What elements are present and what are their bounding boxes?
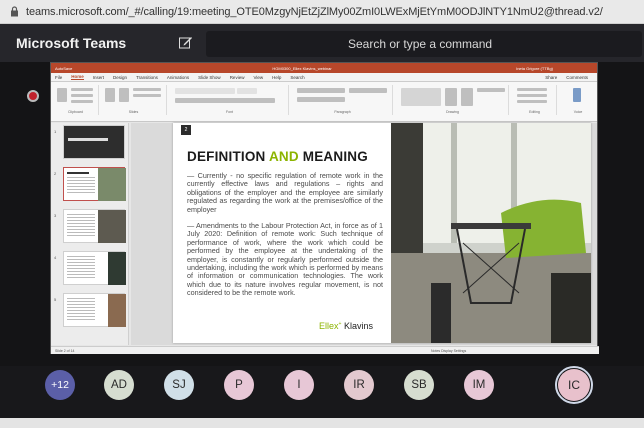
current-slide[interactable]: 2 DEFINITION AND MEANING — Currently - n… bbox=[173, 123, 591, 343]
autosave-label: AutoSave bbox=[55, 65, 73, 71]
tab-animations[interactable]: Animations bbox=[167, 75, 189, 80]
ribbon-label-clipboard: Clipboard bbox=[68, 110, 83, 114]
ribbon-label-font: Font bbox=[225, 110, 233, 114]
ribbon-group-slides[interactable]: Slides bbox=[101, 85, 167, 115]
office-chair-photo bbox=[391, 123, 591, 343]
ribbon-label-voice: Voice bbox=[573, 110, 583, 114]
slide-thumbnail[interactable] bbox=[63, 251, 126, 285]
status-controls[interactable]: Notes Display Settings bbox=[431, 349, 466, 353]
ribbon-group-clipboard[interactable]: Clipboard bbox=[53, 85, 99, 115]
search-placeholder: Search or type a command bbox=[348, 37, 493, 51]
tab-review[interactable]: Review bbox=[230, 75, 245, 80]
tab-transitions[interactable]: Transitions bbox=[136, 75, 158, 80]
screen-bottom-edge bbox=[0, 418, 644, 428]
more-participants-button[interactable]: +12 bbox=[45, 370, 75, 400]
slide-title-part-definition: DEFINITION bbox=[187, 149, 266, 164]
slide-thumbnail[interactable] bbox=[63, 293, 126, 327]
slide-editing-canvas[interactable]: 2 DEFINITION AND MEANING — Currently - n… bbox=[131, 123, 597, 345]
slide-body-text: — Currently - no specific regulation of … bbox=[187, 171, 383, 306]
tab-slide-show[interactable]: Slide Show bbox=[198, 75, 221, 80]
avatar[interactable]: IM bbox=[464, 370, 494, 400]
avatar[interactable]: I bbox=[284, 370, 314, 400]
lock-icon bbox=[11, 6, 18, 17]
url-text: teams.microsoft.com/_#/calling/19:meetin… bbox=[26, 5, 603, 18]
compose-icon[interactable] bbox=[178, 35, 193, 50]
tab-file[interactable]: File bbox=[55, 75, 62, 80]
bullet-paragraph-2: — Amendments to the Labour Protection Ac… bbox=[187, 221, 383, 298]
tab-design[interactable]: Design bbox=[113, 75, 127, 80]
tab-view[interactable]: View bbox=[253, 75, 263, 80]
slide-thumbnail[interactable] bbox=[63, 209, 126, 243]
ppt-ribbon-tabs: File Home Insert Design Transitions Anim… bbox=[51, 73, 597, 82]
avatar[interactable]: IR bbox=[344, 370, 374, 400]
ribbon-group-editing[interactable]: Editing bbox=[513, 85, 557, 115]
shared-screen-powerpoint: AutoSave HGM0300_Ellex Klavins_webinar I… bbox=[50, 62, 599, 354]
logo-ellex: Ellex bbox=[319, 321, 339, 331]
app-title: Microsoft Teams bbox=[16, 35, 127, 51]
ppt-status-bar: Slide 2 of 14 Notes Display Settings bbox=[51, 346, 599, 354]
slide-title-part-meaning: MEANING bbox=[302, 149, 368, 164]
slide-thumbnail[interactable] bbox=[63, 125, 125, 159]
ribbon-label-editing: Editing bbox=[529, 110, 540, 114]
slide-title-part-and: AND bbox=[268, 149, 299, 164]
comments-button[interactable]: Comments bbox=[566, 75, 588, 80]
avatar[interactable]: AD bbox=[104, 370, 134, 400]
recording-indicator-icon bbox=[27, 90, 39, 102]
ribbon-group-voice[interactable]: Voice bbox=[561, 85, 595, 115]
bullet-paragraph-1: — Currently - no specific regulation of … bbox=[187, 171, 383, 214]
ribbon-label-paragraph: Paragraph bbox=[334, 110, 351, 114]
avatar[interactable]: SB bbox=[404, 370, 434, 400]
ribbon-label-slides: Slides bbox=[128, 110, 139, 114]
ribbon-group-drawing[interactable]: Drawing bbox=[397, 85, 509, 115]
tell-me-search[interactable]: Search bbox=[290, 75, 304, 80]
ppt-ribbon: Clipboard Slides Font Paragraph Drawing … bbox=[51, 82, 597, 122]
teams-header: Microsoft Teams Search or type a command bbox=[0, 24, 644, 62]
ppt-title-bar: AutoSave HGM0300_Ellex Klavins_webinar I… bbox=[51, 63, 597, 73]
slide-title: DEFINITION AND MEANING bbox=[187, 149, 368, 164]
share-button[interactable]: Share bbox=[545, 75, 557, 80]
ppt-user-name: Ineta Grigore (TTBg) bbox=[516, 65, 553, 71]
tab-help[interactable]: Help bbox=[272, 75, 281, 80]
avatar[interactable]: P bbox=[224, 370, 254, 400]
tab-home[interactable]: Home bbox=[71, 74, 84, 80]
avatar[interactable]: SJ bbox=[164, 370, 194, 400]
tab-insert[interactable]: Insert bbox=[93, 75, 104, 80]
browser-address-bar[interactable]: teams.microsoft.com/_#/calling/19:meetin… bbox=[0, 0, 644, 24]
meeting-stage: AutoSave HGM0300_Ellex Klavins_webinar I… bbox=[0, 62, 644, 366]
slide-thumbnails-pane[interactable]: 1 2 3 4 5 bbox=[51, 123, 129, 345]
avatar-initials: IC bbox=[558, 369, 590, 401]
ppt-file-title: HGM0300_Ellex Klavins_webinar bbox=[272, 65, 332, 71]
slide-thumbnail-selected[interactable] bbox=[63, 167, 126, 201]
slide-count-status: Slide 2 of 14 bbox=[55, 349, 75, 353]
slide-number: 2 bbox=[181, 125, 191, 135]
logo-klavins: Klavins bbox=[343, 321, 373, 331]
company-logo: Ellex+ Klavins bbox=[319, 321, 373, 331]
ribbon-group-font[interactable]: Font bbox=[171, 85, 289, 115]
active-speaker-avatar[interactable]: IC bbox=[555, 366, 593, 404]
participants-bar: +12 AD SJ P I IR SB IM IC bbox=[0, 366, 644, 418]
ribbon-label-drawing: Drawing bbox=[446, 110, 459, 114]
ribbon-group-paragraph[interactable]: Paragraph bbox=[293, 85, 393, 115]
